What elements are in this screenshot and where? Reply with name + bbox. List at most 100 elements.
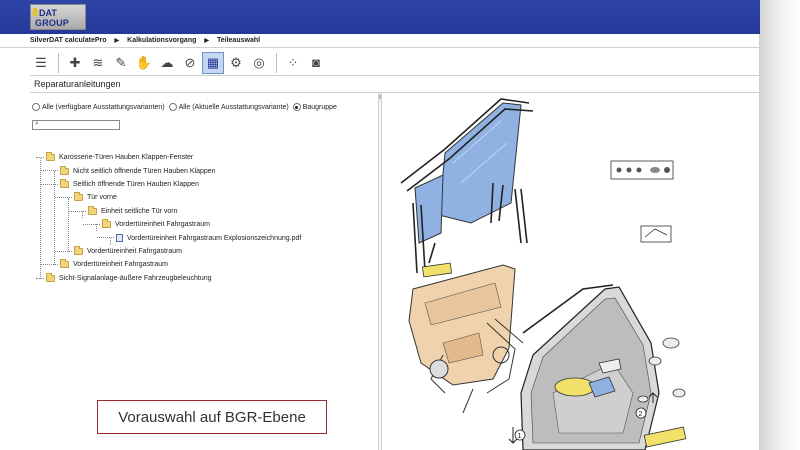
add-tool-icon: ✚: [69, 54, 81, 70]
logo-mark-icon: [33, 8, 37, 16]
tree-node-vordertuereinheit[interactable]: Vordertüreinheit Fahrgastraum: [34, 218, 301, 231]
tree-node-vordertuereinheit-2[interactable]: Vordertüreinheit Fahrgastraum: [34, 245, 301, 258]
dat-group-logo[interactable]: DAT GROUP: [30, 4, 86, 30]
tree-node-label: Sicht-Signalanlage-äußere Fahrzeugbeleuc…: [59, 274, 212, 282]
engine-button[interactable]: ⚙: [225, 52, 247, 74]
logo-text-group: GROUP: [35, 18, 70, 28]
callout-text: Vorauswahl auf BGR-Ebene: [118, 408, 306, 426]
tree-branch: [97, 237, 114, 239]
search-icon: ⌕: [35, 120, 39, 127]
pane-splitter[interactable]: ‖: [378, 93, 382, 450]
no-car-button[interactable]: ⊘: [179, 52, 201, 74]
breadcrumb-item-silverdat[interactable]: SilverDAT calculatePro: [30, 37, 107, 44]
tree-node-karosserie[interactable]: Karosserie-Türen Hauben Klappen-Fenster: [34, 151, 301, 164]
radio-all-current[interactable]: [168, 103, 177, 111]
tree-branch: [55, 197, 72, 199]
breadcrumb: SilverDAT calculatePro ▶ Kalkulationsvor…: [0, 34, 760, 48]
list-filter-icon: ≋: [92, 54, 104, 70]
toolbar: ☰ ✚ ≋ ✎ ✋ ☁ ⊘ ▦ ⚙ ◎ ⁘ ◙: [30, 50, 760, 76]
wrench-icon: ✎: [115, 54, 127, 70]
app-window: DAT GROUP SilverDAT calculatePro ▶ Kalku…: [0, 0, 760, 450]
tree-node-label: Karosserie-Türen Hauben Klappen-Fenster: [59, 154, 194, 162]
pdf-document-icon: [116, 234, 123, 243]
window-shadow: [760, 0, 800, 450]
tree-node-label: Tür vorne: [87, 194, 117, 202]
radio-all-available[interactable]: [32, 103, 40, 111]
splitter-grip-icon: ‖: [379, 95, 382, 101]
tree-branch: [41, 183, 58, 185]
tree-branch: [36, 157, 44, 158]
tree-node-seitlich[interactable]: Seitlich öffnende Türen Hauben Klappen: [34, 178, 301, 191]
tree-node-label: Vordertüreinheit Fahrgastraum: [73, 261, 168, 269]
search-box[interactable]: ⌕: [32, 120, 120, 130]
toolbar-separator: [276, 52, 277, 73]
breadcrumb-item-kalkulationsvorgang[interactable]: Kalkulationsvorgang: [127, 37, 196, 44]
parts-tree: Karosserie-Türen Hauben Klappen-Fenster …: [34, 151, 301, 285]
tree-branch: [41, 264, 58, 266]
parts-grid-icon: ⁘: [287, 54, 299, 70]
radio-baugruppe-label[interactable]: Baugruppe: [303, 104, 337, 111]
folder-icon: [102, 219, 111, 229]
breadcrumb-item-teileauswahl[interactable]: Teileauswahl: [217, 37, 260, 44]
tree-node-tuer-vorne[interactable]: Tür vorne: [34, 191, 301, 204]
left-pane: Alle (verfügbare Ausstattungsvarianten) …: [30, 93, 378, 450]
add-tool-button[interactable]: ✚: [64, 52, 86, 74]
engine-icon: ⚙: [230, 54, 242, 70]
door-trim-panel: [408, 262, 516, 386]
folder-icon: [60, 178, 69, 188]
search-input[interactable]: [43, 121, 117, 129]
exploded-drawing: 1 2: [400, 98, 687, 450]
tree-node-vordertuereinheit-3[interactable]: Vordertüreinheit Fahrgastraum: [34, 258, 301, 271]
folder-icon: [60, 259, 69, 269]
list-filter-button[interactable]: ≋: [87, 52, 109, 74]
diagram-button[interactable]: ▦: [202, 51, 224, 74]
folder-icon: [46, 152, 55, 162]
tree-node-label: Seitlich öffnende Türen Hauben Klappen: [73, 180, 199, 188]
diagram-icon: ▦: [206, 54, 220, 70]
breadcrumb-separator-icon: ▶: [204, 38, 209, 44]
filter-radio-group: Alle (verfügbare Ausstattungsvarianten) …: [32, 103, 341, 111]
tree-node-einheit-seitliche-tuer[interactable]: Einheit seitliche Tür vorn: [34, 205, 301, 218]
section-title: Reparaturanleitungen: [34, 79, 121, 89]
tree-branch: [69, 210, 86, 212]
hand-icon: ✋: [135, 54, 153, 70]
menu-button[interactable]: ☰: [30, 52, 52, 74]
tree-branch: [36, 277, 44, 279]
tree-branch: [55, 250, 72, 252]
app-header: DAT GROUP: [0, 0, 760, 34]
parts-grid-button[interactable]: ⁘: [282, 52, 304, 74]
logo-text-dat: DAT: [39, 8, 57, 18]
tree-node-label: Vordertüreinheit Fahrgastraum: [87, 247, 182, 255]
tree-node-sicht-signalanlage[interactable]: Sicht-Signalanlage-äußere Fahrzeugbeleuc…: [34, 272, 301, 285]
folder-icon: [88, 205, 97, 215]
camera-icon: ◙: [312, 55, 320, 70]
exploded-view-pane: 1 2: [383, 93, 760, 450]
tree-branch: [83, 223, 100, 225]
tree-node-label: Einheit seitliche Tür vorn: [101, 207, 178, 215]
radio-all-current-label[interactable]: Alle (Aktuelle Ausstattungsvariante): [179, 104, 289, 111]
tree-node-nicht-seitlich[interactable]: Nicht seitlich öffnende Türen Hauben Kla…: [34, 164, 301, 177]
cloud-button[interactable]: ☁: [156, 52, 178, 74]
tree-node-explosionszeichnung-pdf[interactable]: Vordertüreinheit Fahrgastraum Explosions…: [34, 231, 301, 244]
no-car-icon: ⊘: [184, 54, 196, 70]
menu-icon: ☰: [35, 54, 47, 70]
marker-1-label: 1: [518, 433, 522, 440]
tire-icon: ◎: [253, 54, 265, 70]
cloud-icon: ☁: [160, 54, 174, 70]
tree-node-label: Vordertüreinheit Fahrgastraum: [115, 221, 210, 229]
radio-all-available-label[interactable]: Alle (verfügbare Ausstattungsvarianten): [42, 104, 165, 111]
camera-button[interactable]: ◙: [305, 52, 327, 74]
hand-button[interactable]: ✋: [133, 52, 155, 74]
radio-baugruppe[interactable]: [292, 103, 301, 111]
folder-icon: [74, 245, 83, 255]
breadcrumb-separator-icon: ▶: [114, 38, 120, 44]
wrench-button[interactable]: ✎: [110, 52, 132, 74]
tire-button[interactable]: ◎: [248, 52, 270, 74]
toolbar-separator: [58, 52, 59, 73]
folder-icon: [46, 272, 55, 282]
preselection-callout: Vorauswahl auf BGR-Ebene: [97, 400, 327, 434]
tree-node-label: Nicht seitlich öffnende Türen Hauben Kla…: [73, 167, 216, 175]
tree-branch: [41, 170, 58, 172]
folder-icon: [74, 192, 83, 202]
tree-node-label: Vordertüreinheit Fahrgastraum Explosions…: [127, 234, 302, 242]
